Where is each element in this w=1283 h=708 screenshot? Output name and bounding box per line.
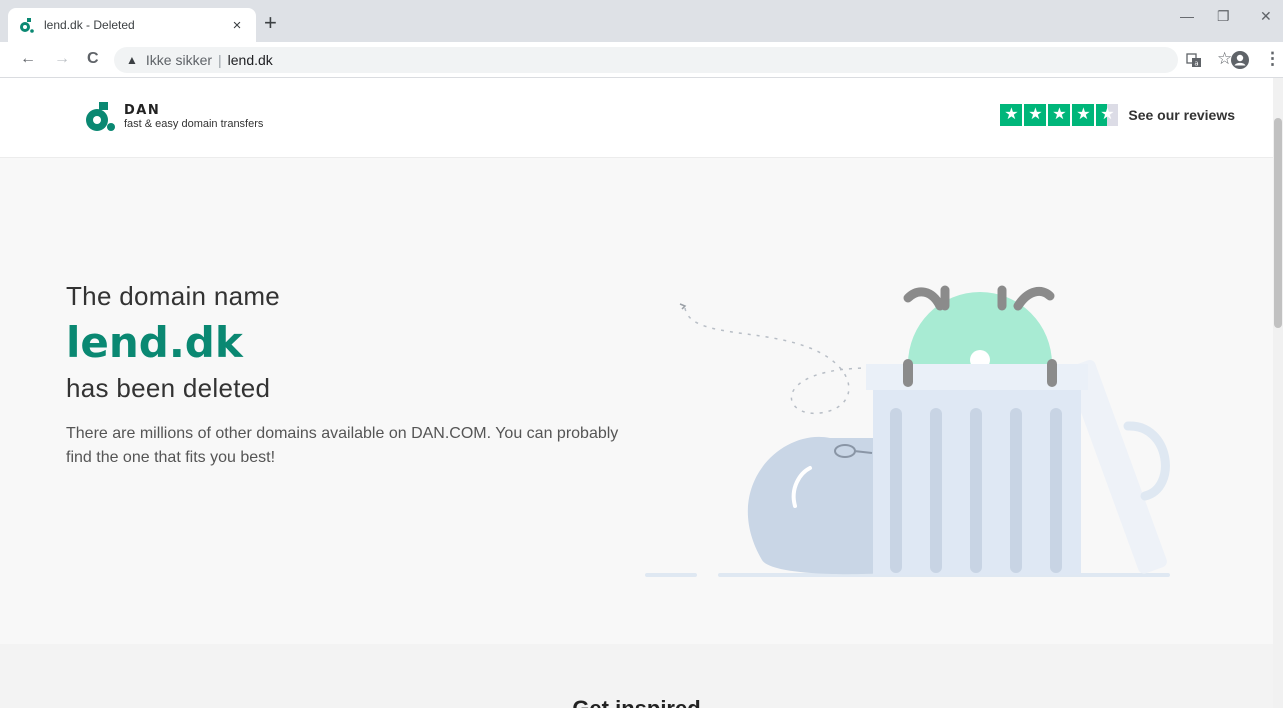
star-icon: ★ [1024,104,1047,126]
scrollbar-thumb[interactable] [1274,118,1282,328]
translate-icon[interactable]: a [1186,52,1202,68]
dan-logo-icon [86,102,115,131]
star-icon: ★ [1000,104,1023,126]
new-tab-button[interactable]: + [264,12,277,34]
star-icon: ★ [1048,104,1071,126]
minimize-button[interactable]: — [1180,8,1194,24]
hero-intro: The domain name [66,281,281,311]
get-inspired-section: Get inspired [0,644,1273,708]
tab-strip: lend.dk - Deleted × + — ❐ ✕ [0,0,1283,42]
get-inspired-title: Get inspired [0,696,1273,708]
star-icon: ★ [1072,104,1095,126]
close-window-button[interactable]: ✕ [1260,8,1272,25]
hero-status: has been deleted [66,373,271,403]
browser-menu-icon[interactable]: ⋮ [1264,49,1281,69]
restore-button[interactable]: ❐ [1217,8,1230,25]
web-page: DAN fast & easy domain transfers ★ ★ ★ ★… [0,78,1273,708]
url-separator: | [218,52,222,68]
page-scrollbar[interactable] [1273,78,1283,708]
deleted-domain-name: lend.dk [66,318,243,367]
logo-tagline: fast & easy domain transfers [124,117,264,130]
browser-toolbar: ← → C ▲ Ikke sikker | lend.dk a ☆ ⋮ [0,42,1283,78]
forward-button[interactable]: → [54,48,70,70]
reload-button[interactable]: C [87,48,99,70]
tab-title: lend.dk - Deleted [44,18,135,32]
hero-section: The domain name lend.dk has been deleted… [0,158,1273,644]
hero-description: There are millions of other domains avai… [66,425,619,466]
logo-name: DAN [124,102,161,118]
tab-close-icon[interactable]: × [228,17,246,34]
security-label[interactable]: Ikke sikker [146,52,212,68]
profile-avatar-icon[interactable] [1230,50,1250,70]
trustpilot-reviews-link[interactable]: ★ ★ ★ ★ ★ See our reviews [1000,104,1235,126]
dan-logo[interactable]: DAN fast & easy domain transfers [84,102,263,132]
half-star-icon: ★ [1096,104,1119,126]
dan-favicon-icon [20,18,34,33]
back-button[interactable]: ← [20,48,36,70]
trash-can-illustration [645,285,1170,577]
address-bar[interactable]: ▲ Ikke sikker | lend.dk [114,47,1178,73]
browser-tab[interactable]: lend.dk - Deleted × [8,8,256,42]
site-header: DAN fast & easy domain transfers ★ ★ ★ ★… [0,78,1273,158]
svg-text:a: a [1194,60,1198,68]
url-text[interactable]: lend.dk [228,52,273,68]
trustpilot-stars: ★ ★ ★ ★ ★ [1000,104,1119,126]
warning-icon[interactable]: ▲ [126,53,138,67]
reviews-label[interactable]: See our reviews [1128,107,1235,123]
